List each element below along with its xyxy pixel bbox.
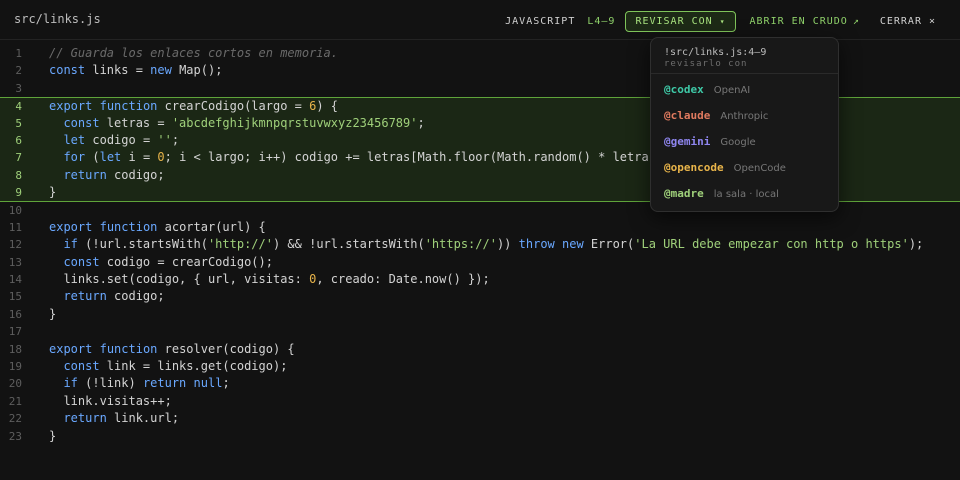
line-number: 7: [15, 151, 22, 165]
close-button[interactable]: CERRAR ×: [880, 16, 936, 27]
line-number: 3: [15, 81, 22, 95]
line-code: export function resolver(codigo) {: [49, 341, 295, 356]
review-with-button[interactable]: REVISAR CON ▾: [625, 11, 736, 32]
line-number: 11: [8, 220, 22, 234]
dropdown-path: !src/links.js:4–9: [664, 47, 767, 58]
open-raw-label: ABRIR EN CRUDO: [749, 16, 848, 27]
line-code: const codigo = crearCodigo();: [63, 254, 273, 269]
line-number: 19: [8, 360, 22, 374]
line-code: export function crearCodigo(largo = 6) {: [49, 99, 339, 114]
reviewer-provider: OpenAI: [713, 85, 751, 96]
chevron-down-icon: ▾: [719, 17, 726, 26]
dropdown-subtitle: revisarlo con: [664, 59, 748, 69]
line-number: 2: [15, 64, 22, 78]
code-line: 15 return codigo;: [0, 288, 960, 305]
reviewer-provider: la sala · local: [713, 189, 779, 200]
line-number: 20: [8, 377, 22, 391]
dropdown-header: !src/links.js:4–9 revisarlo con: [651, 38, 838, 74]
line-code: const link = links.get(codigo);: [63, 359, 288, 374]
line-number: 16: [8, 307, 22, 321]
line-code: return link.url;: [63, 411, 180, 426]
open-raw-button[interactable]: ABRIR EN CRUDO ↗: [750, 16, 860, 27]
reviewer-provider: Anthropic: [720, 111, 769, 122]
line-number: 12: [8, 238, 22, 252]
line-code: link.visitas++;: [49, 393, 172, 408]
line-code: // Guarda los enlaces cortos en memoria.: [49, 46, 338, 60]
line-code: for (let i = 0; i < largo; i++) codigo +…: [63, 150, 729, 165]
code-line: 21 link.visitas++;: [0, 393, 960, 410]
line-number: 1: [15, 47, 22, 60]
editor-header: src/links.js JAVASCRIPT L4–9 REVISAR CON…: [0, 0, 960, 40]
line-number: 4: [15, 100, 22, 114]
reviewer-provider: OpenCode: [733, 163, 786, 174]
review-dropdown: !src/links.js:4–9 revisarlo con @codex O…: [650, 37, 839, 212]
line-range-label: L4–9: [587, 16, 616, 27]
file-path: src/links.js: [14, 12, 101, 26]
code-line: 20 if (!link) return null;: [0, 375, 960, 392]
line-code: }: [49, 428, 57, 443]
reviewer-handle: @madre: [664, 187, 704, 200]
line-number: 6: [15, 133, 22, 147]
line-code: links.set(codigo, { url, visitas: 0, cre…: [49, 272, 490, 287]
line-number: 15: [8, 290, 22, 304]
header-actions: JAVASCRIPT L4–9 REVISAR CON ▾ ABRIR EN C…: [505, 11, 936, 32]
line-number: 10: [8, 203, 22, 217]
line-code: const links = new Map();: [49, 63, 223, 78]
line-code: }: [49, 306, 57, 321]
close-icon: ×: [928, 16, 936, 27]
line-code: const letras = 'abcdefghijkmnpqrstuvwxyz…: [63, 115, 425, 130]
line-number: 22: [8, 412, 22, 426]
line-number: 9: [15, 186, 22, 200]
line-code: if (!link) return null;: [63, 376, 230, 391]
code-line: 11 export function acortar(url) {: [0, 219, 960, 236]
code-line: 23}: [0, 428, 960, 445]
code-line: 19 const link = links.get(codigo);: [0, 358, 960, 375]
reviewer-provider: Google: [720, 137, 756, 148]
close-label: CERRAR: [879, 16, 922, 27]
language-label: JAVASCRIPT: [505, 16, 576, 27]
line-number: 17: [8, 325, 22, 339]
review-with-label: REVISAR CON: [635, 16, 713, 27]
reviewer-option-gemini[interactable]: @gemini Google: [664, 135, 756, 151]
reviewer-option-claude[interactable]: @claude Anthropic: [664, 109, 768, 125]
reviewer-handle: @opencode: [664, 161, 724, 174]
reviewer-handle: @gemini: [664, 135, 711, 148]
code-line: 18 export function resolver(codigo) {: [0, 341, 960, 358]
reviewer-handle: @claude: [664, 109, 711, 122]
code-line: 16}: [0, 306, 960, 323]
reviewer-option-opencode[interactable]: @opencode OpenCode: [664, 161, 786, 177]
line-code: if (!url.startsWith('http://') && !url.s…: [63, 237, 924, 252]
line-number: 23: [8, 429, 22, 443]
code-line: 12 if (!url.startsWith('http://') && !ur…: [0, 236, 960, 253]
line-number: 13: [8, 255, 22, 269]
line-number: 5: [15, 116, 22, 130]
line-number: 14: [8, 273, 22, 287]
line-number: 8: [15, 168, 22, 182]
code-line: 14 links.set(codigo, { url, visitas: 0, …: [0, 271, 960, 288]
code-line: 13 const codigo = crearCodigo();: [0, 254, 960, 271]
external-link-icon: ↗: [852, 16, 860, 27]
reviewer-option-madre[interactable]: @madre la sala · local: [664, 187, 779, 203]
reviewer-handle: @codex: [664, 83, 704, 96]
reviewer-option-codex[interactable]: @codex OpenAI: [664, 83, 750, 99]
line-number: 21: [8, 394, 22, 408]
code-line: 22 return link.url;: [0, 410, 960, 427]
line-code: export function acortar(url) {: [49, 219, 266, 234]
line-code: }: [49, 185, 57, 200]
line-code: let codigo = '';: [63, 132, 180, 147]
line-number: 18: [8, 342, 22, 356]
line-code: return codigo;: [63, 289, 165, 304]
line-code: return codigo;: [63, 167, 165, 182]
code-line: 17: [0, 323, 960, 340]
